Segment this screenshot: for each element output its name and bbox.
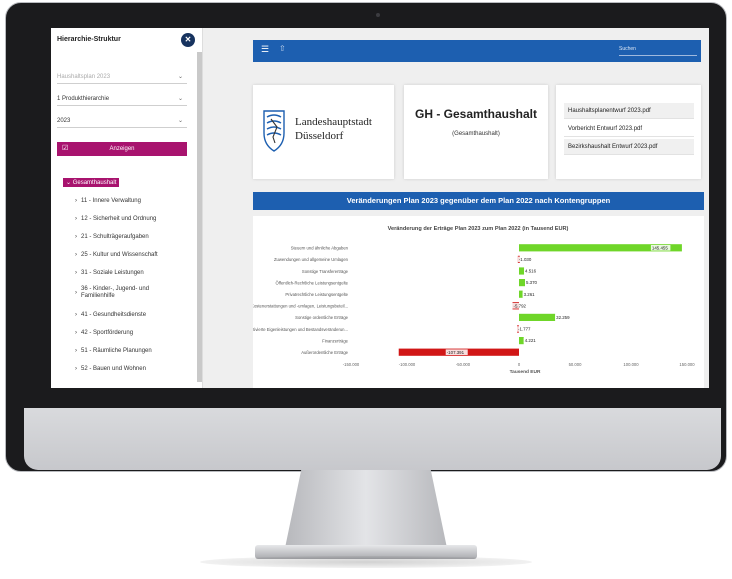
logo-card: Landeshauptstadt Düsseldorf	[253, 85, 394, 179]
tick-label: -100.000	[399, 362, 416, 367]
monitor-stand	[285, 470, 447, 548]
screen: Hierarchie-Struktur ✕ Haushaltsplan 2023…	[51, 28, 709, 388]
monitor-bezel: Hierarchie-Struktur ✕ Haushaltsplan 2023…	[5, 2, 727, 472]
page-subtitle: (Gesamthaushalt)	[452, 131, 500, 137]
data-label: 32.259	[556, 315, 570, 320]
search-input[interactable]: Suchen	[619, 46, 697, 56]
data-bar	[519, 337, 524, 345]
chevron-right-icon: ›	[75, 216, 77, 222]
category-label: Zuwendungen und allgemeine Umlagen	[274, 257, 349, 262]
data-label: 5.370	[526, 280, 538, 285]
category-label: Sonstige Transfererträge	[302, 269, 349, 274]
chevron-right-icon: ›	[75, 234, 77, 240]
data-label: -5.792	[514, 303, 527, 308]
tree-item[interactable]: › 52 - Bauen und Wohnen	[75, 366, 191, 373]
category-label: Aktivierte Eigenleistungen und Bestandsv…	[253, 327, 348, 332]
chevron-down-icon: ⌄	[177, 96, 183, 102]
tree-item[interactable]: › 25 - Kultur und Wissenschaft	[75, 252, 191, 259]
tick-label: -150.000	[343, 362, 360, 367]
data-bar	[519, 290, 523, 298]
files-card: Haushaltsplanentwurf 2023.pdf Vorbericht…	[556, 85, 701, 179]
data-label: 4.221	[525, 338, 537, 343]
tree-item[interactable]: › 11 - Innere Verwaltung	[75, 198, 191, 205]
data-label: 145.455	[652, 245, 668, 250]
category-label: Außerordentliche Erträge	[301, 350, 348, 355]
tree-item[interactable]: › 31 - Soziale Leistungen	[75, 270, 191, 277]
tick-label: 0	[518, 362, 521, 367]
chevron-right-icon: ›	[75, 290, 77, 296]
tick-label: 100.000	[623, 362, 639, 367]
stand-shadow	[200, 556, 532, 568]
chart-title: Veränderung der Erträge Plan 2023 zum Pl…	[388, 226, 569, 232]
sidebar-scrollbar[interactable]	[197, 52, 202, 382]
revenue-change-chart: Veränderung der Erträge Plan 2023 zum Pl…	[248, 226, 695, 375]
tree-item[interactable]: › 21 - Schulträgeraufgaben	[75, 234, 191, 241]
chevron-right-icon: ›	[75, 252, 77, 258]
tree-item[interactable]: › 42 - Sportförderung	[75, 330, 191, 337]
year-select[interactable]: 2023 ⌄	[57, 116, 187, 128]
data-label: -1.030	[519, 257, 532, 262]
x-axis-label: Tausend EUR	[510, 369, 541, 375]
category-label: Kostenerstattungen und -umlagen, Leistun…	[253, 304, 348, 309]
camera-icon	[376, 13, 380, 17]
tree-item[interactable]: › 41 - Gesundheitsdienste	[75, 312, 191, 319]
tick-label: 50.000	[569, 362, 582, 367]
chevron-right-icon: ›	[75, 330, 77, 336]
chevron-down-icon: ⌄	[177, 74, 183, 80]
data-label: 4.516	[525, 269, 537, 274]
tick-label: 150.000	[679, 362, 695, 367]
category-label: Steuern und ähnliche Abgaben	[291, 246, 349, 251]
chevron-right-icon: ›	[75, 366, 77, 372]
checkbox-icon: ☑	[62, 145, 69, 152]
data-label: -1.777	[518, 327, 531, 332]
data-bar	[519, 267, 525, 275]
chevron-down-icon: ⌄	[177, 118, 183, 124]
data-bar	[519, 313, 556, 321]
top-bar: ☰ ⇧ Suchen	[253, 40, 701, 62]
title-card: GH - Gesamthaushalt (Gesamthaushalt)	[404, 85, 548, 179]
data-bar	[519, 279, 526, 287]
section-title: Veränderungen Plan 2023 gegenüber dem Pl…	[253, 192, 704, 210]
category-label: Finanzerträge	[322, 338, 349, 343]
monitor-chin	[24, 408, 721, 470]
chart-card: Veränderung der Erträge Plan 2023 zum Pl…	[248, 216, 704, 388]
sidebar-title: Hierarchie-Struktur	[57, 36, 121, 43]
page-title: GH - Gesamthaushalt	[414, 107, 538, 121]
chevron-right-icon: ›	[75, 348, 77, 354]
tree-root-gesamthaushalt[interactable]: ⌄ Gesamthaushalt	[63, 178, 120, 187]
close-icon[interactable]: ✕	[181, 33, 195, 47]
category-label: Privatrechtliche Leistungsentgelte	[285, 292, 348, 297]
tick-label: -50.000	[456, 362, 471, 367]
category-label: Sonstige ordentliche Erträge	[295, 315, 349, 320]
chevron-right-icon: ›	[75, 270, 77, 276]
hamburger-icon[interactable]: ☰	[261, 44, 269, 55]
share-icon[interactable]: ⇧	[279, 44, 286, 53]
file-link[interactable]: Haushaltsplanentwurf 2023.pdf	[564, 103, 694, 119]
data-label: -107.391	[447, 350, 465, 355]
hierarchy-select[interactable]: 1 Produkthierarchie ⌄	[57, 94, 187, 106]
show-button[interactable]: ☑ Anzeigen	[57, 142, 187, 156]
tree-item[interactable]: › 51 - Räumliche Planungen	[75, 348, 191, 355]
file-link[interactable]: Vorbericht Entwurf 2023.pdf	[564, 121, 694, 137]
chevron-right-icon: ›	[75, 312, 77, 318]
category-label: Öffentlich-Rechtliche Leistungsentgelte	[275, 280, 348, 285]
city-name: Landeshauptstadt Düsseldorf	[295, 116, 372, 142]
main-content: ☰ ⇧ Suchen Landeshauptstadt Düsseldorf G…	[211, 28, 709, 388]
tree-item[interactable]: › 12 - Sicherheit und Ordnung	[75, 216, 191, 223]
chevron-right-icon: ›	[75, 198, 77, 204]
city-logo-icon	[263, 110, 285, 152]
budget-plan-select[interactable]: Haushaltsplan 2023 ⌄	[57, 72, 187, 84]
tree-item[interactable]: › 36 - Kinder-, Jugend- und Familienhilfe	[75, 286, 161, 300]
file-link[interactable]: Bezirkshaushalt Entwurf 2023.pdf	[564, 139, 694, 155]
sidebar: Hierarchie-Struktur ✕ Haushaltsplan 2023…	[51, 28, 203, 388]
data-label: 3.261	[524, 292, 536, 297]
